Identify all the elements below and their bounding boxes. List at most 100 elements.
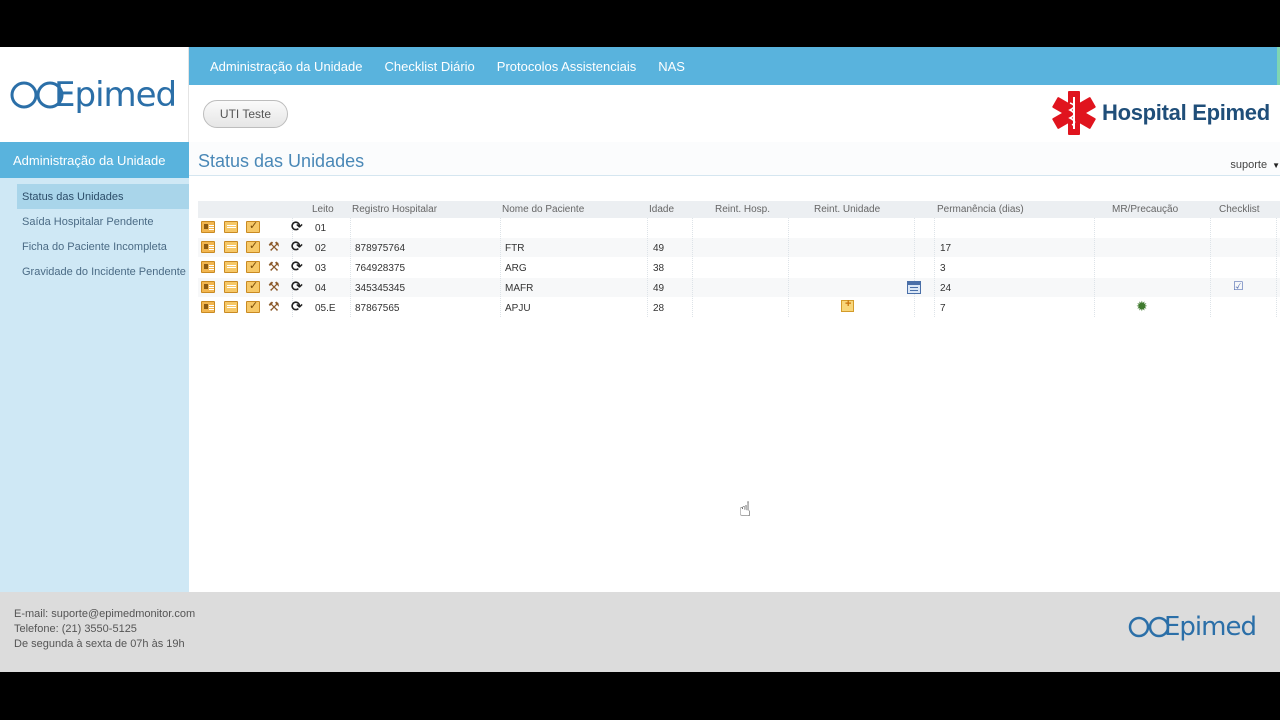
folder-icon[interactable] — [224, 241, 238, 253]
refresh-icon[interactable]: ⟳ — [291, 238, 307, 254]
unit-selector-button[interactable]: UTI Teste — [203, 100, 288, 128]
sidebar-menu: Status das Unidades Saída Hospitalar Pen… — [0, 178, 189, 284]
hammer-icon[interactable]: ⚒ — [268, 239, 284, 254]
column-divider — [788, 218, 789, 237]
refresh-icon[interactable]: ⟳ — [291, 278, 307, 294]
reint-unidade-icon[interactable] — [841, 298, 854, 312]
column-divider — [1094, 238, 1095, 257]
table-row[interactable]: ⟳ 01 — [198, 218, 1280, 238]
footer-phone: Telefone: (21) 3550-5125 — [14, 623, 137, 635]
chevron-down-icon: ▼ — [1272, 160, 1280, 170]
column-divider — [647, 298, 648, 317]
col-checklist: Checklist — [1219, 204, 1260, 215]
column-divider — [914, 218, 915, 237]
check-form-icon[interactable] — [246, 239, 260, 253]
table-body: ⟳ 01 ⚒ ⟳ 02 878975764 FTR 49 17 ⚒ ⟳ 03 764928375 ARG 3… — [198, 218, 1280, 318]
unit-status-table: Leito Registro Hospitalar Nome do Pacien… — [198, 201, 1280, 318]
folder-icon[interactable] — [224, 281, 238, 293]
calendar-icon[interactable] — [907, 281, 921, 294]
column-divider — [500, 278, 501, 297]
nav-checklist-diario[interactable]: Checklist Diário — [384, 59, 474, 74]
check-form-icon[interactable] — [246, 259, 260, 273]
user-menu[interactable]: suporte ▼ — [1230, 159, 1280, 171]
hammer-icon[interactable]: ⚒ — [268, 299, 284, 314]
column-divider — [788, 258, 789, 277]
column-divider — [647, 258, 648, 277]
column-divider — [1094, 278, 1095, 297]
brand-logo-area: Epimed — [0, 47, 189, 142]
footer-email: E-mail: suporte@epimedmonitor.com — [14, 608, 196, 620]
refresh-icon[interactable]: ⟳ — [291, 298, 307, 314]
sidebar-item-saida-hospitalar[interactable]: Saída Hospitalar Pendente — [17, 209, 189, 234]
table-row[interactable]: ⚒ ⟳ 03 764928375 ARG 38 3 — [198, 258, 1280, 278]
table-row[interactable]: ⚒ ⟳ 05.E 87867565 APJU 28 7 ✹ — [198, 298, 1280, 318]
refresh-icon[interactable]: ⟳ — [291, 258, 307, 274]
cell-registro: 878975764 — [355, 243, 406, 254]
patient-card-icon[interactable] — [201, 221, 215, 233]
column-divider — [692, 298, 693, 317]
check-form-icon[interactable] — [246, 299, 260, 313]
hammer-icon[interactable]: ⚒ — [268, 279, 284, 294]
hammer-icon[interactable]: ⚒ — [268, 259, 284, 274]
column-divider — [500, 238, 501, 257]
cell-permanencia: 3 — [940, 263, 946, 274]
col-idade: Idade — [649, 204, 675, 215]
sidebar-item-ficha-incompleta[interactable]: Ficha do Paciente Incompleta — [17, 234, 189, 259]
column-divider — [1276, 258, 1277, 277]
sidebar-item-status-unidades[interactable]: Status das Unidades — [17, 184, 189, 209]
column-divider — [1210, 218, 1211, 237]
column-divider — [914, 258, 915, 277]
column-divider — [500, 258, 501, 277]
column-divider — [934, 258, 935, 277]
cell-permanencia: 24 — [940, 283, 952, 294]
column-divider — [1276, 218, 1277, 237]
cell-leito: 02 — [315, 243, 327, 254]
folder-icon[interactable] — [224, 221, 238, 233]
column-divider — [647, 278, 648, 297]
refresh-icon[interactable]: ⟳ — [291, 218, 307, 234]
column-divider — [692, 278, 693, 297]
patient-card-icon[interactable] — [201, 301, 215, 313]
folder-icon[interactable] — [224, 301, 238, 313]
sidebar-title[interactable]: Administração da Unidade — [0, 142, 189, 178]
cell-nome: ARG — [505, 263, 527, 274]
nav-nas[interactable]: NAS — [658, 59, 685, 74]
precaution-gear-icon[interactable]: ✹ — [1136, 298, 1152, 314]
column-divider — [692, 258, 693, 277]
sidebar-item-gravidade-incidente[interactable]: Gravidade do Incidente Pendente — [17, 259, 189, 284]
column-divider — [788, 278, 789, 297]
footer-epimed-logo[interactable]: Epimed — [1128, 612, 1257, 642]
folder-icon[interactable] — [224, 261, 238, 273]
column-divider — [692, 238, 693, 257]
column-divider — [788, 298, 789, 317]
table-row[interactable]: ⚒ ⟳ 04 345345345 MAFR 49 24 ☑ — [198, 278, 1280, 298]
column-divider — [914, 238, 915, 257]
column-divider — [350, 298, 351, 317]
nav-administracao-unidade[interactable]: Administração da Unidade — [210, 59, 362, 74]
column-divider — [1094, 218, 1095, 237]
cell-registro: 87867565 — [355, 303, 400, 314]
col-reint-hosp: Reint. Hosp. — [715, 204, 771, 215]
column-divider — [1094, 298, 1095, 317]
footer-hours: De segunda à sexta de 07h às 19h — [14, 638, 185, 650]
main-content: Status das Unidades suporte ▼ Leito Regi… — [189, 142, 1280, 592]
patient-card-icon[interactable] — [201, 241, 215, 253]
hospital-name: Hospital Epimed — [1102, 100, 1270, 125]
check-form-icon[interactable] — [246, 279, 260, 293]
infinity-rings-icon — [1128, 616, 1170, 638]
column-divider — [1210, 238, 1211, 257]
epimed-logo[interactable]: Epimed — [10, 75, 177, 115]
top-navigation: Administração da Unidade Checklist Diári… — [189, 47, 1280, 85]
cell-permanencia: 17 — [940, 243, 952, 254]
cell-idade: 49 — [653, 243, 665, 254]
cell-idade: 28 — [653, 303, 665, 314]
column-divider — [914, 298, 915, 317]
table-row[interactable]: ⚒ ⟳ 02 878975764 FTR 49 17 — [198, 238, 1280, 258]
column-divider — [934, 298, 935, 317]
patient-card-icon[interactable] — [201, 281, 215, 293]
nav-protocolos-assistenciais[interactable]: Protocolos Assistenciais — [497, 59, 636, 74]
patient-card-icon[interactable] — [201, 261, 215, 273]
check-form-icon[interactable] — [246, 219, 260, 233]
infinity-rings-icon — [10, 81, 64, 109]
checklist-done-icon[interactable]: ☑ — [1233, 279, 1249, 293]
